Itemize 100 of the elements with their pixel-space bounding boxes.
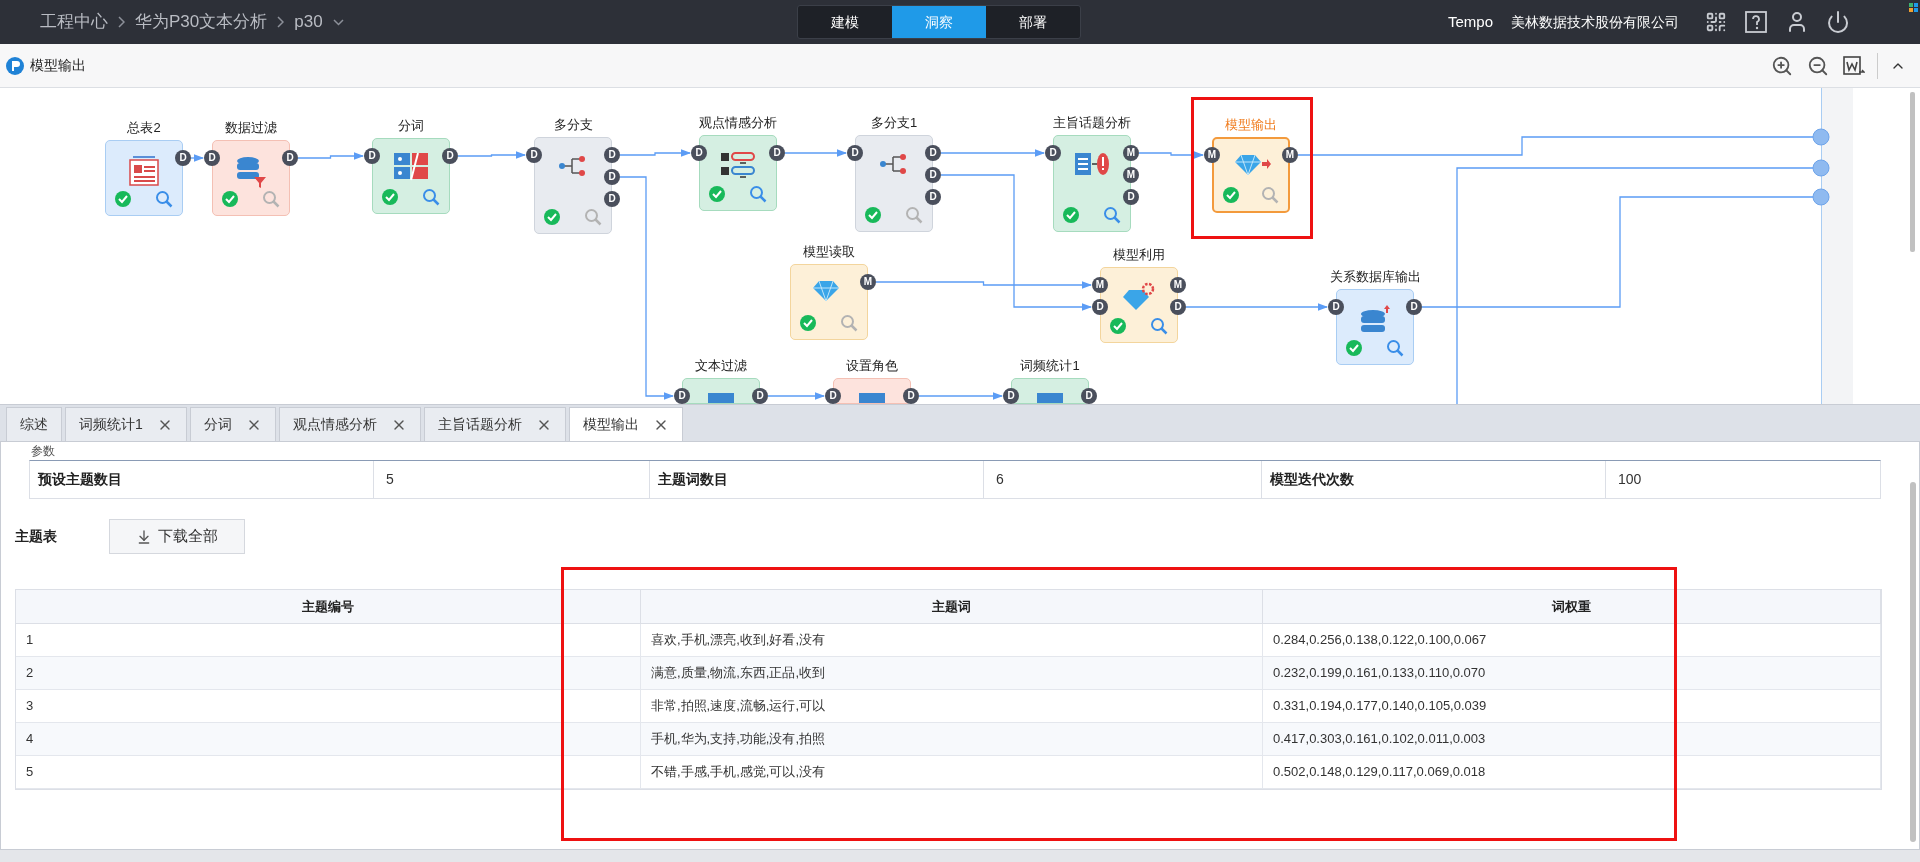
company-name: 美林数据技术股份有限公司 xyxy=(1511,12,1679,32)
param-label: 预设主题数目 xyxy=(30,461,374,498)
download-all-button[interactable]: 下载全部 xyxy=(109,519,245,554)
connector-arrow xyxy=(297,152,365,160)
table-cell: 0.331,0.194,0.177,0.140,0.105,0.039 xyxy=(1263,690,1881,723)
node-label: 文本过滤 xyxy=(695,357,747,375)
port-handle[interactable]: D xyxy=(925,167,941,183)
output-dot[interactable] xyxy=(1812,128,1830,146)
table-cell: 0.232,0.199,0.161,0.133,0.110,0.070 xyxy=(1263,657,1881,690)
zoom-in-icon[interactable] xyxy=(1771,54,1793,77)
document-icon xyxy=(127,155,161,187)
port-handle[interactable]: D xyxy=(1092,299,1108,315)
database-filter-icon xyxy=(234,155,268,189)
result-tab[interactable]: 模型输出 xyxy=(568,407,683,441)
port-handle[interactable]: M xyxy=(1123,167,1139,183)
sentiment-links-icon xyxy=(720,150,756,180)
port-handle[interactable]: M xyxy=(1092,277,1108,293)
port-handle[interactable]: D xyxy=(604,147,620,163)
port-handle[interactable]: D xyxy=(175,150,191,166)
port-handle[interactable]: D xyxy=(442,148,458,164)
scrollbar-thumb[interactable] xyxy=(1910,482,1916,842)
column-header: 主题编号 xyxy=(16,590,641,624)
download-icon xyxy=(136,528,152,545)
port-handle[interactable]: D xyxy=(1003,388,1019,404)
search-icon[interactable] xyxy=(749,185,767,203)
port-handle[interactable]: D xyxy=(825,388,841,404)
port-handle[interactable]: D xyxy=(925,189,941,205)
node-label: 多分支1 xyxy=(870,114,918,132)
power-icon[interactable] xyxy=(1826,10,1850,34)
chevron-right-icon xyxy=(277,16,285,28)
port-handle[interactable]: D xyxy=(752,388,768,404)
breadcrumb-link[interactable]: 华为P30文本分析 xyxy=(135,9,268,35)
qr-code-icon[interactable] xyxy=(1705,11,1727,33)
port-handle[interactable]: D xyxy=(282,150,298,166)
table-cell: 0.502,0.148,0.129,0.117,0.069,0.018 xyxy=(1263,756,1881,789)
output-dot[interactable] xyxy=(1812,188,1830,206)
port-handle[interactable]: D xyxy=(604,169,620,185)
export-word-icon[interactable] xyxy=(1843,54,1865,77)
port-handle[interactable]: D xyxy=(925,145,941,161)
port-handle[interactable]: D xyxy=(526,147,542,163)
connector-arrow xyxy=(457,151,527,159)
port-handle[interactable]: M xyxy=(860,274,876,290)
section-title: 主题表 xyxy=(15,527,58,546)
search-icon[interactable] xyxy=(422,188,440,206)
column-header: 主题词 xyxy=(641,590,1263,624)
breadcrumb-link[interactable]: 工程中心 xyxy=(40,9,108,35)
result-tab[interactable]: 综述 xyxy=(6,407,62,441)
param-label: 主题词数目 xyxy=(650,461,984,498)
help-icon[interactable] xyxy=(1744,10,1768,34)
port-handle[interactable]: D xyxy=(903,388,919,404)
node-label: 主旨话题分析 xyxy=(1053,114,1131,132)
mode-tab[interactable]: 部署 xyxy=(986,6,1080,38)
port-handle[interactable]: M xyxy=(1123,145,1139,161)
port-handle[interactable]: D xyxy=(691,145,707,161)
port-handle[interactable]: D xyxy=(1170,299,1186,315)
mode-tab[interactable]: 建模 xyxy=(798,6,892,38)
node-label: 关系数据库输出 xyxy=(1329,268,1421,286)
port-handle[interactable]: D xyxy=(674,388,690,404)
breadcrumb-link[interactable]: p30 xyxy=(294,9,323,35)
user-name[interactable]: Tempo xyxy=(1447,10,1493,34)
search-icon[interactable] xyxy=(1150,317,1168,335)
port-handle[interactable]: M xyxy=(1170,277,1186,293)
port-handle[interactable]: D xyxy=(1328,299,1344,315)
table-cell: 4 xyxy=(16,723,641,756)
port-handle[interactable]: D xyxy=(1045,145,1061,161)
zoom-out-icon[interactable] xyxy=(1807,54,1829,77)
chevron-down-icon[interactable] xyxy=(332,18,344,26)
node-label: 模型读取 xyxy=(803,243,855,261)
result-tab[interactable]: 词频统计1 xyxy=(65,407,187,441)
result-tab[interactable]: 分词 xyxy=(189,407,276,441)
param-value: 6 xyxy=(984,461,1262,498)
logo-icon xyxy=(6,56,24,75)
port-handle[interactable]: D xyxy=(1406,299,1422,315)
scrollbar-thumb[interactable] xyxy=(1910,92,1915,252)
search-icon[interactable] xyxy=(1103,206,1121,224)
port-handle[interactable]: D xyxy=(847,145,863,161)
port-handle[interactable]: D xyxy=(604,191,620,207)
node-label: 数据过滤 xyxy=(225,119,277,137)
port-handle[interactable]: D xyxy=(1123,189,1139,205)
table-cell: 0.417,0.303,0.161,0.102,0.011,0.003 xyxy=(1263,723,1881,756)
port-handle[interactable]: D xyxy=(204,150,220,166)
app-grid-icon[interactable] xyxy=(1909,3,1918,12)
connector-arrow xyxy=(1138,151,1205,159)
table-cell: 3 xyxy=(16,690,641,723)
port-handle[interactable]: D xyxy=(769,145,785,161)
result-tab[interactable]: 主旨话题分析 xyxy=(423,407,566,441)
search-icon[interactable] xyxy=(155,190,173,208)
connector-arrow xyxy=(767,392,826,400)
word-split-icon xyxy=(394,153,428,181)
table-cell: 5 xyxy=(16,756,641,789)
node-label: 分词 xyxy=(398,117,424,135)
port-handle[interactable]: D xyxy=(1081,388,1097,404)
result-tab[interactable]: 观点情感分析 xyxy=(278,407,421,441)
table-cell: 0.284,0.256,0.138,0.122,0.100,0.067 xyxy=(1263,624,1881,657)
gem-gear-icon xyxy=(1121,282,1157,312)
table-cell: 满意,质量,物流,东西,正品,收到 xyxy=(641,657,1263,690)
table-cell: 1 xyxy=(16,624,641,657)
port-handle[interactable]: D xyxy=(364,148,380,164)
search-icon[interactable] xyxy=(1386,339,1404,357)
output-dot[interactable] xyxy=(1812,159,1830,177)
